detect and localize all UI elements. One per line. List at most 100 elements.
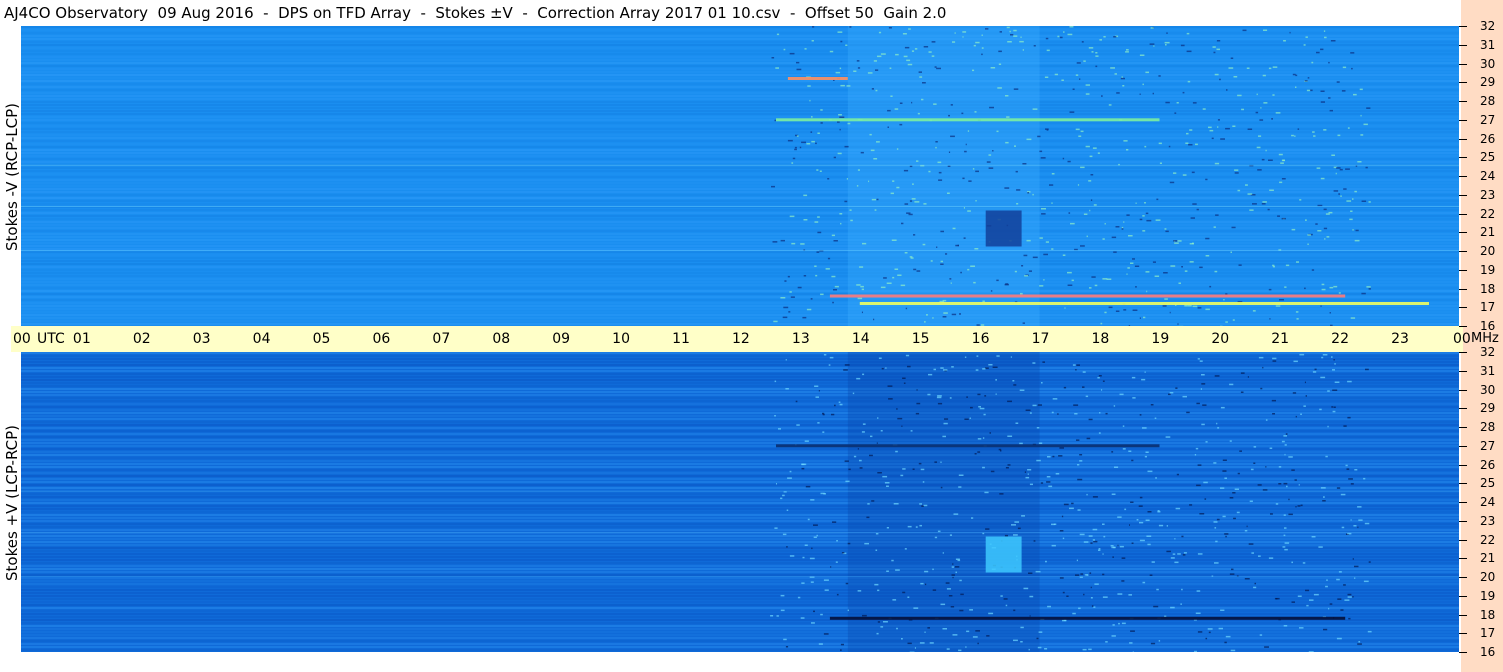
speckle <box>984 491 989 494</box>
speckle <box>937 161 942 164</box>
speckle <box>1229 497 1234 499</box>
speckle <box>1120 77 1125 80</box>
speckle <box>1169 311 1171 314</box>
speckle <box>907 596 910 598</box>
speckle <box>1323 30 1326 32</box>
speckle <box>1283 625 1288 627</box>
noise-band <box>21 143 1459 145</box>
noise-band <box>21 128 1459 130</box>
utc-tick-label: 11 <box>672 331 690 347</box>
mhz-tick-label: 22 <box>1480 533 1496 547</box>
speckle <box>1092 528 1098 531</box>
noise-band <box>21 26 1459 28</box>
noise-band <box>21 511 1459 513</box>
speckle <box>874 583 879 586</box>
speckle <box>856 60 860 62</box>
speckle <box>1153 605 1159 608</box>
noise-band <box>21 209 1459 211</box>
speckle <box>786 546 788 548</box>
speckle <box>1261 158 1265 161</box>
speckle <box>896 148 899 150</box>
speckle <box>834 285 839 288</box>
speckle <box>1128 235 1133 237</box>
speckle <box>1217 427 1220 429</box>
speckle <box>938 171 942 174</box>
speckle <box>946 648 950 650</box>
speckle <box>1320 90 1325 92</box>
noise-band <box>21 505 1459 507</box>
speckle <box>1192 305 1198 308</box>
speckle <box>927 393 931 396</box>
speckle <box>1013 639 1018 642</box>
speckle <box>1007 41 1012 43</box>
speckle <box>1222 515 1226 518</box>
mhz-tick-label: 28 <box>1480 94 1496 108</box>
speckle <box>1182 554 1186 556</box>
speckle <box>1283 534 1286 537</box>
speckle <box>1238 264 1242 266</box>
noise-band <box>21 53 1459 55</box>
speckle <box>961 112 964 115</box>
speckle <box>923 203 927 205</box>
speckle <box>840 84 845 87</box>
speckle <box>1197 358 1200 360</box>
speckle <box>1158 524 1164 527</box>
speckle <box>1320 177 1325 180</box>
speckle <box>1071 279 1074 282</box>
speckle <box>1240 391 1244 393</box>
noise-band <box>21 541 1459 543</box>
noise-band <box>21 583 1459 585</box>
speckle <box>809 557 815 560</box>
noise-band <box>21 376 1459 378</box>
speckle <box>1357 643 1362 645</box>
speckle <box>796 68 802 71</box>
mhz-tick-label: 30 <box>1480 57 1496 71</box>
speckle <box>1321 288 1326 291</box>
speckle <box>1125 51 1129 53</box>
speckle <box>1219 78 1221 81</box>
speckle <box>1216 48 1220 51</box>
speckle <box>1168 145 1171 148</box>
speckle <box>983 413 986 416</box>
speckle <box>1121 76 1123 78</box>
noise-band <box>21 394 1459 396</box>
speckle <box>1195 143 1198 146</box>
speckle <box>1082 386 1085 388</box>
speckle <box>845 582 849 585</box>
speckle <box>902 377 906 379</box>
speckle <box>1291 228 1296 231</box>
speckle <box>805 485 811 488</box>
utc-tick-label: 09 <box>552 331 571 347</box>
speckle <box>945 582 950 584</box>
speckle <box>813 610 815 613</box>
speckle <box>848 468 851 471</box>
speckle <box>801 463 807 466</box>
speckle <box>1088 180 1092 182</box>
speckle <box>831 275 836 278</box>
speckle <box>1063 619 1067 622</box>
speckle <box>1313 135 1316 137</box>
speckle <box>1142 427 1147 429</box>
speckle <box>799 146 802 149</box>
noise-band <box>21 152 1459 154</box>
mhz-tick-label: 19 <box>1480 263 1496 277</box>
speckle <box>981 53 983 56</box>
speckle <box>840 222 842 225</box>
speckle <box>839 67 842 70</box>
utc-tick-label: 21 <box>1271 331 1290 347</box>
speckle <box>923 46 929 48</box>
mhz-tick-mark <box>1459 427 1467 428</box>
noise-band <box>21 134 1459 136</box>
speckle <box>1013 384 1017 386</box>
speckle <box>1129 524 1130 526</box>
speckle <box>1182 174 1187 176</box>
speckle <box>869 454 873 457</box>
speckle <box>1020 626 1024 629</box>
speckle <box>916 270 921 272</box>
speckle <box>886 527 889 529</box>
noise-band <box>21 314 1459 316</box>
noise-band <box>21 403 1459 405</box>
speckle <box>1088 535 1093 537</box>
speckle <box>996 279 999 282</box>
speckle <box>784 280 787 282</box>
